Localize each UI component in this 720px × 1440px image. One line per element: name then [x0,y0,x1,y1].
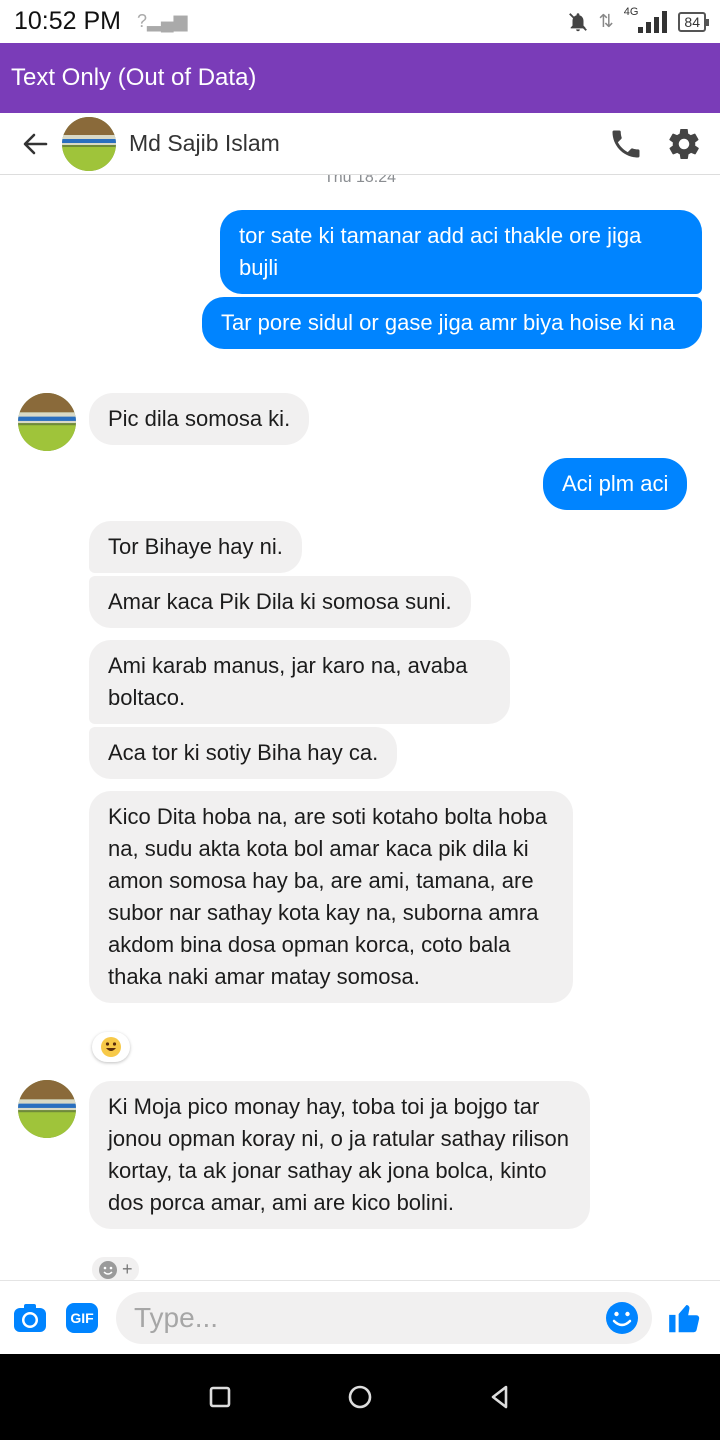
cell-signal-icon [638,10,668,33]
message-outgoing[interactable]: Aci plm aci [543,458,688,510]
gif-icon[interactable]: GIF [66,1302,98,1333]
add-reaction-plus: + [122,1259,133,1279]
status-icons: ⇅ 4G 84 [567,6,709,33]
message-incoming[interactable]: Tor Bihaye hay ni. [89,521,302,573]
message-incoming[interactable]: Ami karab manus, jar karo na, avaba bolt… [89,640,510,724]
network-type-label: 4G [623,5,639,18]
camera-icon[interactable] [12,1300,48,1336]
date-separator: Thu 18:24 [323,175,397,186]
contact-name[interactable]: Md Sajib Islam [129,130,280,157]
recent-apps-icon[interactable] [205,1382,235,1412]
emoji-icon[interactable] [604,1300,640,1336]
header-actions [608,126,702,162]
conversation-header: Md Sajib Islam [0,113,720,175]
smiley-icon [99,1260,117,1279]
reaction-badge[interactable] [92,1032,130,1062]
message-composer: GIF [0,1280,720,1354]
gear-icon[interactable] [666,126,702,162]
back-nav-icon[interactable] [485,1382,515,1412]
message-thread[interactable]: Thu 18:24 tor sate ki tamanar add aci th… [0,175,720,1280]
message-incoming[interactable]: Aca tor ki sotiy Biha hay ca. [89,727,398,779]
status-time: 10:52 PM [14,7,122,35]
message-incoming[interactable]: Ki Moja pico monay hay, toba toi ja bojg… [89,1081,590,1229]
add-reaction-button[interactable]: + [92,1257,139,1280]
message-input-wrapper [116,1291,652,1344]
message-incoming[interactable]: Kico Dita hoba na, are soti kotaho bolta… [89,791,573,1003]
phone-call-icon[interactable] [608,126,644,162]
sender-avatar[interactable] [18,1080,76,1138]
battery-icon: 84 [678,11,709,32]
contact-avatar[interactable] [62,116,116,171]
sender-avatar[interactable] [18,393,76,451]
home-icon[interactable] [345,1382,375,1412]
message-incoming[interactable]: Amar kaca Pik Dila ki somosa suni. [89,576,471,628]
status-bar: 10:52 PM ?▂▄▆ ⇅ 4G 84 [0,0,720,43]
message-outgoing[interactable]: tor sate ki tamanar add aci thakle ore j… [220,210,702,294]
message-outgoing[interactable]: Tar pore sidul or gase jiga amr biya hoi… [202,297,702,349]
data-transfer-icon: ⇅ [598,11,614,31]
back-arrow-icon[interactable] [20,129,50,159]
message-input[interactable] [134,1301,574,1334]
thumbs-up-icon[interactable] [666,1299,704,1337]
notifications-off-icon [568,12,587,31]
no-sim-signal-icon: ?▂▄▆ [137,11,188,31]
data-mode-banner: Text Only (Out of Data) [0,43,720,113]
system-navigation-bar [0,1354,720,1440]
crying-laughing-emoji-icon [101,1037,121,1057]
message-incoming[interactable]: Pic dila somosa ki. [89,393,310,445]
